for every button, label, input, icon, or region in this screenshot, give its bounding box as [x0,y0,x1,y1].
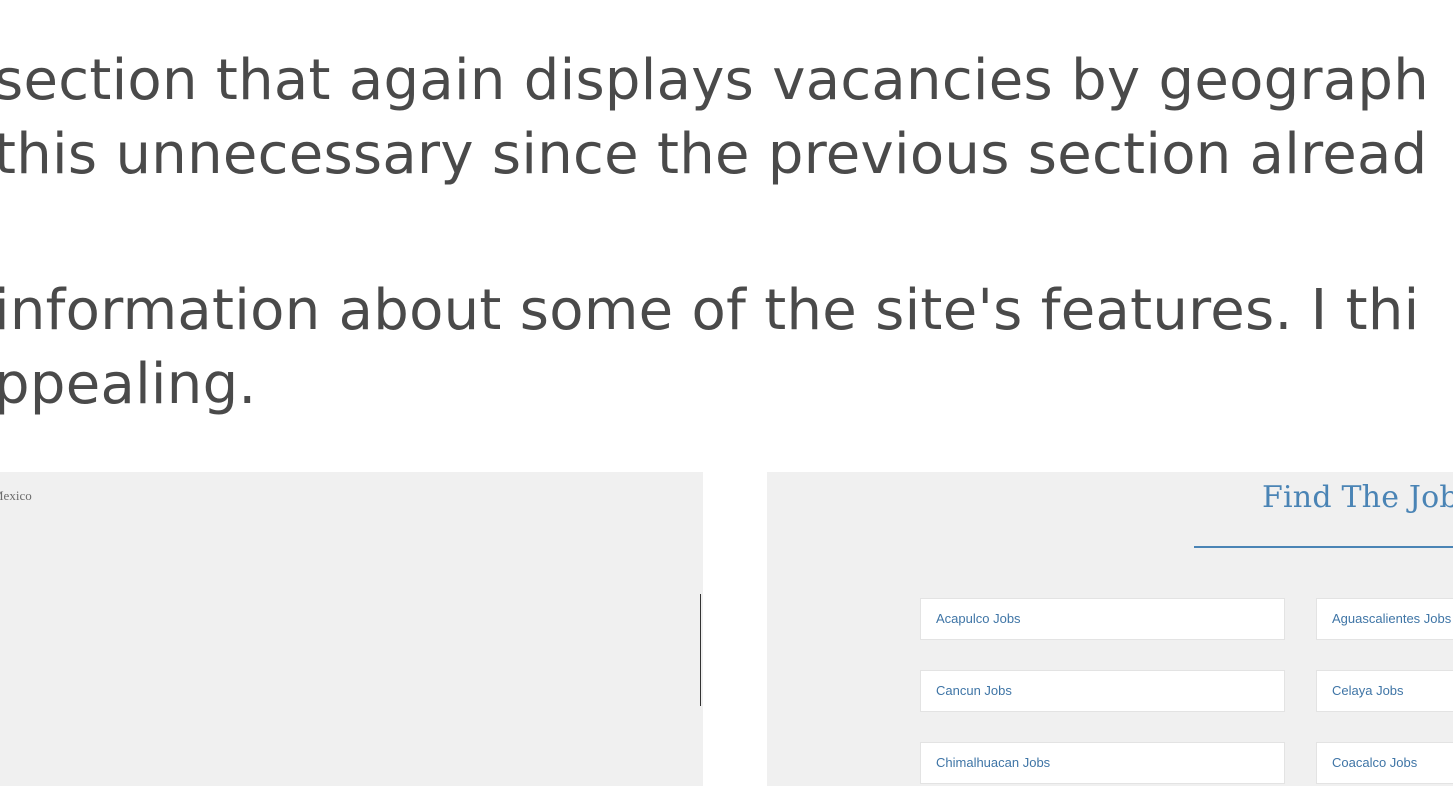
screenshot-caption: Mexico [0,488,32,503]
job-link-coacalco[interactable]: Coacalco Jobs [1316,742,1453,784]
page: section that again displays vacancies by… [0,0,1453,786]
paragraph-line: information about some of the site's fea… [0,278,1420,343]
article-paragraph: section that again displays vacancies by… [0,44,1429,192]
article-paragraph: information about some of the site's fea… [0,274,1420,422]
heading-underline [1194,546,1453,548]
job-link-celaya[interactable]: Celaya Jobs [1316,670,1453,712]
job-link-cancun[interactable]: Cancun Jobs [920,670,1285,712]
job-link-aguascalientes[interactable]: Aguascalientes Jobs [1316,598,1453,640]
job-link-acapulco[interactable]: Acapulco Jobs [920,598,1285,640]
job-link-chimalhuacan[interactable]: Chimalhuacan Jobs [920,742,1285,784]
paragraph-line: this unnecessary since the previous sect… [0,122,1428,187]
left-screenshot-image: Mexico [0,472,703,786]
paragraph-line: section that again displays vacancies by… [0,48,1430,113]
paragraph-line: ppealing. [0,352,257,417]
find-job-heading: Find The Job [1262,480,1453,515]
right-screenshot-image: Find The Job Acapulco Jobs Aguascaliente… [767,472,1453,786]
divider-line [700,594,701,706]
